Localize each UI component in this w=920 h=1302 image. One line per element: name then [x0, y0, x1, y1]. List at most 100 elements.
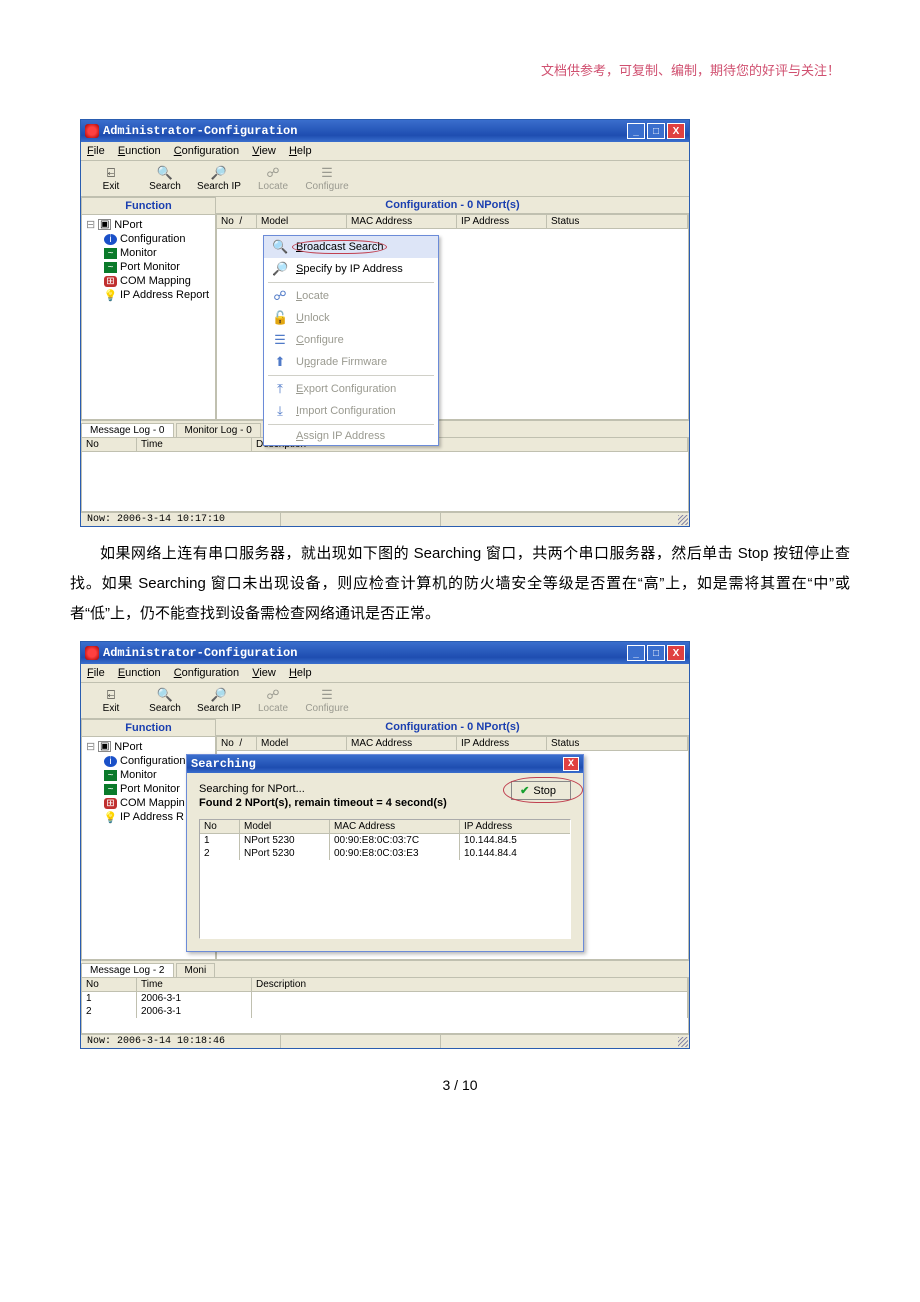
col-mac[interactable]: MAC Address — [347, 215, 457, 228]
log-body — [81, 452, 689, 512]
maximize-button[interactable]: □ — [647, 123, 665, 139]
log-col-time[interactable]: Time — [137, 978, 252, 991]
dlg-col-model[interactable]: Model — [240, 820, 330, 833]
minimize-button[interactable]: _ — [627, 645, 645, 661]
col-no[interactable]: No / — [217, 215, 257, 228]
menu-file[interactable]: File — [87, 667, 105, 679]
function-header: Function — [82, 720, 215, 737]
context-menu: 🔍Broadcast Search 🔎Specify by IP Address… — [263, 235, 439, 446]
tree-root-nport[interactable]: ⊟▣NPort — [86, 217, 211, 232]
configure-icon: ☰ — [318, 687, 336, 703]
close-button[interactable]: X — [667, 123, 685, 139]
tab-monitor-log[interactable]: Monitor Log - 0 — [176, 423, 261, 437]
configure-icon: ☰ — [272, 332, 288, 348]
com-mapping-icon: ⊞ — [104, 798, 117, 809]
dlg-col-mac[interactable]: MAC Address — [330, 820, 460, 833]
menu-configuration[interactable]: Configuration — [174, 145, 239, 157]
tab-message-log[interactable]: Message Log - 0 — [81, 423, 174, 437]
tool-configure[interactable]: ☰Configure — [303, 685, 351, 714]
resize-grip-icon[interactable] — [678, 515, 688, 525]
tree-port-monitor[interactable]: ~Port Monitor — [86, 260, 211, 274]
col-ip[interactable]: IP Address — [457, 737, 547, 750]
tree-monitor[interactable]: ~Monitor — [86, 246, 211, 260]
tool-exit[interactable]: ⍇Exit — [87, 163, 135, 192]
menubar: File Eunction Configuration View Help — [81, 664, 689, 683]
main-header: Configuration - 0 NPort(s) — [216, 197, 689, 214]
col-status[interactable]: Status — [547, 737, 688, 750]
col-no[interactable]: No / — [217, 737, 257, 750]
col-ip[interactable]: IP Address — [457, 215, 547, 228]
ctx-upgrade-firmware[interactable]: ⬆Upgrade Firmware — [264, 351, 438, 373]
ctx-export-config[interactable]: ⤒Export Configuration — [264, 378, 438, 400]
menu-eunction[interactable]: Eunction — [118, 145, 161, 157]
tool-locate[interactable]: ☍Locate — [249, 685, 297, 714]
tree-ip-report[interactable]: 💡IP Address Report — [86, 288, 211, 302]
titlebar: Administrator-Configuration _ □ X — [81, 642, 689, 664]
tool-search-ip[interactable]: 🔎Search IP — [195, 163, 243, 192]
ctx-locate[interactable]: ☍Locate — [264, 285, 438, 307]
dialog-row[interactable]: 1 NPort 5230 00:90:E8:0C:03:7C 10.144.84… — [200, 834, 570, 847]
menu-eunction[interactable]: Eunction — [118, 667, 161, 679]
minimize-button[interactable]: _ — [627, 123, 645, 139]
info-icon: i — [104, 234, 117, 245]
tool-search[interactable]: 🔍Search — [141, 685, 189, 714]
tab-monitor-log[interactable]: Moni — [176, 963, 216, 977]
ctx-broadcast-search[interactable]: 🔍Broadcast Search — [264, 236, 438, 258]
log-col-desc[interactable]: Description — [252, 978, 688, 991]
menu-view[interactable]: View — [252, 667, 276, 679]
menu-help[interactable]: Help — [289, 667, 312, 679]
port-monitor-icon: ~ — [104, 784, 117, 795]
col-model[interactable]: Model — [257, 737, 347, 750]
log-col-no[interactable]: No — [82, 438, 137, 451]
tree-root-nport[interactable]: ⊟▣NPort — [86, 739, 211, 754]
tree-configuration[interactable]: iConfiguration — [86, 232, 211, 246]
body-paragraph: 如果网络上连有串口服务器，就出现如下图的 Searching 窗口，共两个串口服… — [70, 539, 850, 629]
port-monitor-icon: ~ — [104, 262, 117, 273]
log-col-no[interactable]: No — [82, 978, 137, 991]
unlock-icon: 🔓 — [272, 310, 288, 326]
nav-tree: ⊟▣NPort iConfiguration ~Monitor ~Port Mo… — [82, 215, 215, 308]
ctx-specify-ip[interactable]: 🔎Specify by IP Address — [264, 258, 438, 280]
nport-icon: ▣ — [98, 741, 111, 752]
exit-icon: ⍇ — [102, 165, 120, 181]
search-icon: 🔍 — [156, 165, 174, 181]
dialog-row[interactable]: 2 NPort 5230 00:90:E8:0C:03:E3 10.144.84… — [200, 847, 570, 860]
log-tabs: Message Log - 2 Moni — [81, 960, 689, 977]
dialog-close-button[interactable]: X — [563, 757, 579, 771]
search-ip-icon: 🔎 — [210, 165, 228, 181]
menu-help[interactable]: Help — [289, 145, 312, 157]
resize-grip-icon[interactable] — [678, 1037, 688, 1047]
ctx-configure[interactable]: ☰Configure — [264, 329, 438, 351]
tool-exit[interactable]: ⍇Exit — [87, 685, 135, 714]
tab-message-log[interactable]: Message Log - 2 — [81, 963, 174, 977]
tree-com-mapping[interactable]: ⊞COM Mapping — [86, 274, 211, 288]
dlg-col-no[interactable]: No — [200, 820, 240, 833]
doc-header-note: 文档供参考，可复制、编制，期待您的好评与关注！ — [70, 60, 850, 119]
ctx-unlock[interactable]: 🔓Unlock — [264, 307, 438, 329]
menu-file[interactable]: File — [87, 145, 105, 157]
exit-icon: ⍇ — [102, 687, 120, 703]
tool-locate[interactable]: ☍Locate — [249, 163, 297, 192]
col-status[interactable]: Status — [547, 215, 688, 228]
dlg-col-ip[interactable]: IP Address — [460, 820, 570, 833]
menu-configuration[interactable]: Configuration — [174, 667, 239, 679]
log-row: 2 2006-3-1 — [82, 1005, 688, 1018]
ctx-import-config[interactable]: ⤓Import Configuration — [264, 400, 438, 422]
ctx-assign-ip[interactable]: Assign IP Address — [264, 427, 438, 445]
col-mac[interactable]: MAC Address — [347, 737, 457, 750]
maximize-button[interactable]: □ — [647, 645, 665, 661]
locate-icon: ☍ — [264, 165, 282, 181]
log-col-time[interactable]: Time — [137, 438, 252, 451]
searching-dialog: Searching X Searching for NPort... Found… — [186, 754, 584, 952]
app-icon — [85, 124, 99, 138]
menu-view[interactable]: View — [252, 145, 276, 157]
tool-search[interactable]: 🔍Search — [141, 163, 189, 192]
close-button[interactable]: X — [667, 645, 685, 661]
col-model[interactable]: Model — [257, 215, 347, 228]
tool-search-ip[interactable]: 🔎Search IP — [195, 685, 243, 714]
specify-ip-icon: 🔎 — [272, 261, 288, 277]
list-header: No / Model MAC Address IP Address Status — [217, 215, 688, 229]
annotation-circle — [503, 777, 583, 803]
tool-configure[interactable]: ☰Configure — [303, 163, 351, 192]
broadcast-icon: 🔍 — [272, 239, 288, 255]
